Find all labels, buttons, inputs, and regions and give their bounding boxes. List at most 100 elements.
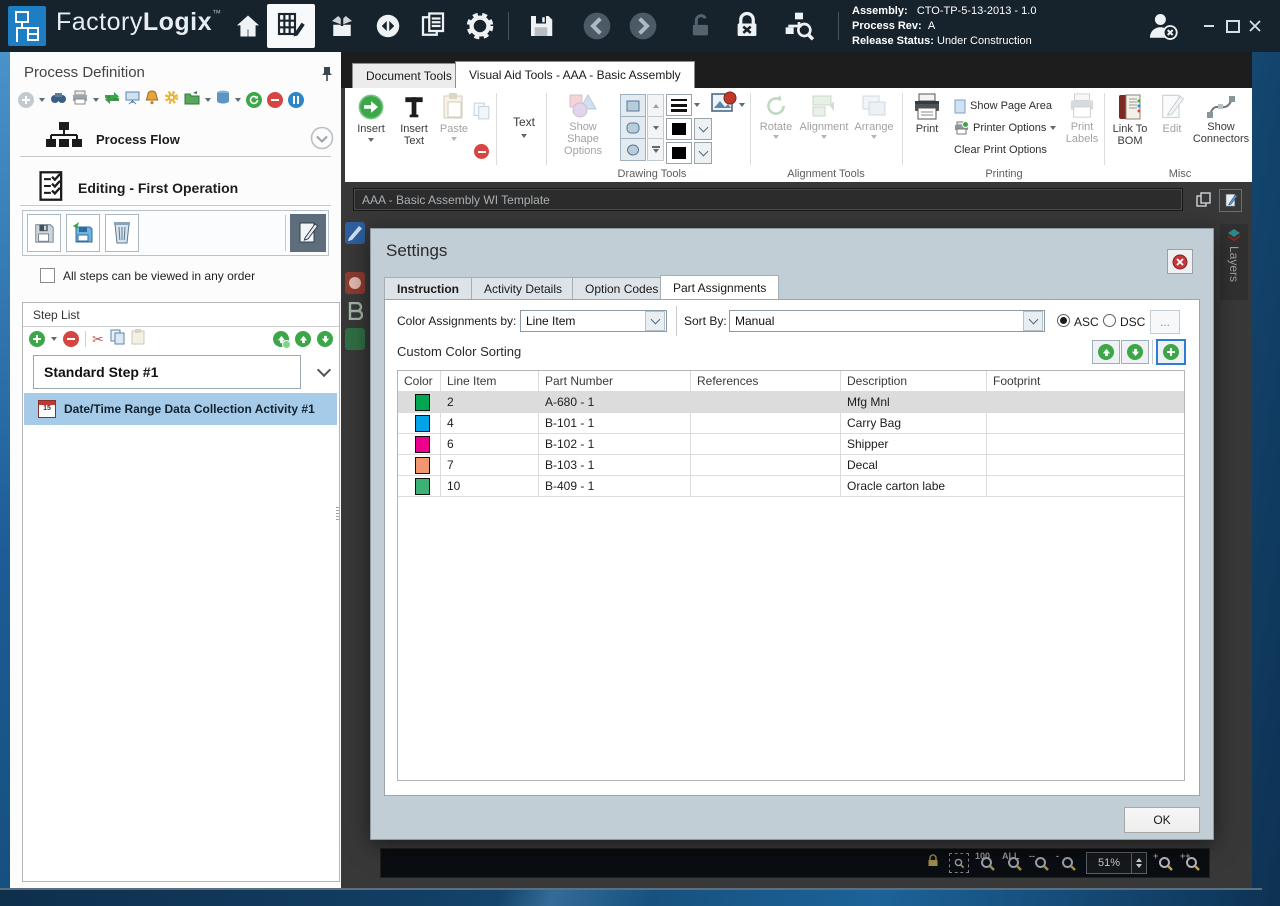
copy-icon[interactable]	[473, 102, 490, 125]
clear-print-options-button[interactable]: Clear Print Options	[954, 141, 1047, 159]
table-row[interactable]: 6 B-102 - 1 Shipper	[398, 434, 1184, 455]
gear-star-icon[interactable]	[164, 90, 179, 110]
zoom-spinner[interactable]	[1132, 852, 1147, 874]
activity-row-selected[interactable]: 15 Date/Time Range Data Collection Activ…	[24, 393, 337, 425]
add-step-dropdown-icon[interactable]	[51, 337, 57, 341]
shape-scroll-down-icon[interactable]	[647, 116, 664, 139]
insert-button[interactable]: Insert	[350, 93, 392, 142]
step-expand-chevron-icon[interactable]	[316, 362, 332, 378]
alignment-button[interactable]: Alignment	[798, 93, 850, 139]
col-header-line-item[interactable]: Line Item	[441, 371, 539, 391]
rounded-rect-shape-button[interactable]	[620, 116, 646, 139]
lock-revision-icon[interactable]	[730, 9, 764, 43]
zoom-level-value[interactable]: 51%	[1086, 852, 1132, 874]
insert-text-button[interactable]: Insert Text	[392, 93, 436, 147]
add-step-icon[interactable]	[29, 331, 45, 347]
zoom-out-fast-icon[interactable]: --	[1029, 851, 1050, 872]
print-labels-button[interactable]: Print Labels	[1062, 93, 1102, 145]
folder-export-icon[interactable]	[184, 90, 200, 110]
zoom-out-icon[interactable]: -	[1056, 851, 1077, 872]
presentation-icon[interactable]	[125, 90, 140, 110]
col-header-color[interactable]: Color	[398, 371, 441, 391]
move-down-icon[interactable]	[317, 331, 333, 347]
print-button[interactable]: Print	[906, 93, 948, 135]
paste-icon[interactable]	[131, 328, 145, 350]
panel-resize-grip[interactable]	[336, 507, 340, 520]
zoom-fit-all-icon[interactable]: ALL	[1002, 851, 1023, 872]
pin-icon[interactable]	[320, 66, 334, 87]
col-header-part-number[interactable]: Part Number	[539, 371, 691, 391]
dsc-radio[interactable]	[1103, 314, 1116, 327]
show-page-area-button[interactable]: Show Page Area	[954, 97, 1052, 115]
table-row[interactable]: 4 B-101 - 1 Carry Bag	[398, 413, 1184, 434]
print-icon[interactable]	[72, 90, 88, 110]
zoom-in-icon[interactable]: +	[1153, 851, 1174, 872]
print-dropdown-icon[interactable]	[93, 98, 99, 102]
save-icon[interactable]	[524, 9, 558, 43]
zoom-100-icon[interactable]: 100	[975, 851, 996, 872]
reports-icon[interactable]	[416, 9, 450, 43]
tab-activity-details[interactable]: Activity Details	[471, 277, 576, 299]
sync-icon[interactable]	[371, 9, 405, 43]
arrange-button[interactable]: Arrange	[850, 93, 898, 139]
cut-icon[interactable]: ✂	[92, 331, 104, 348]
shape-scroll-up-icon[interactable]	[647, 94, 664, 117]
close-button[interactable]	[1246, 18, 1264, 34]
materials-icon[interactable]	[325, 9, 359, 43]
layers-tab[interactable]: Layers	[1220, 224, 1248, 300]
line-color-picker[interactable]	[666, 118, 712, 140]
sort-by-select[interactable]: Manual	[729, 310, 1045, 332]
document-title-field[interactable]: AAA - Basic Assembly WI Template	[353, 188, 1183, 211]
rect-shape-button[interactable]	[620, 94, 646, 117]
edit-content-button[interactable]	[290, 214, 326, 252]
ellipse-shape-button[interactable]	[620, 138, 646, 161]
add-row-button[interactable]	[1156, 339, 1186, 365]
add-process-dropdown-icon[interactable]	[39, 98, 45, 102]
database-dropdown-icon[interactable]	[235, 98, 241, 102]
view-order-row[interactable]: All steps can be viewed in any order	[40, 268, 255, 283]
process-flow-row[interactable]: Process Flow	[46, 121, 180, 156]
shape-more-icon[interactable]	[647, 138, 664, 161]
maximize-button[interactable]	[1224, 18, 1242, 34]
save-step-button[interactable]	[27, 214, 61, 252]
minimize-button[interactable]	[1200, 18, 1218, 34]
image-insert-picker[interactable]	[711, 91, 745, 116]
cascade-windows-icon[interactable]	[1193, 189, 1214, 210]
dialog-close-button[interactable]	[1167, 249, 1193, 274]
asc-radio[interactable]	[1057, 314, 1070, 327]
text-button[interactable]: Text	[502, 114, 546, 138]
line-style-picker[interactable]	[666, 94, 700, 116]
pan-lock-icon[interactable]	[926, 853, 940, 873]
tab-part-assignments[interactable]: Part Assignments	[660, 275, 780, 299]
remove-icon[interactable]	[267, 92, 283, 108]
zoom-in-fast-icon[interactable]: ++	[1180, 851, 1201, 872]
unlock-icon[interactable]	[684, 9, 718, 43]
col-header-footprint[interactable]: Footprint	[987, 371, 1184, 391]
transfer-icon[interactable]	[104, 91, 120, 110]
user-status-icon[interactable]	[1146, 9, 1180, 43]
show-connectors-button[interactable]: Show Connectors	[1190, 93, 1252, 145]
col-header-description[interactable]: Description	[841, 371, 987, 391]
table-row[interactable]: 2 A-680 - 1 Mfg Mnl	[398, 392, 1184, 413]
add-process-icon[interactable]	[18, 92, 34, 108]
work-instructions-icon-active[interactable]	[267, 4, 315, 48]
folder-export-dropdown-icon[interactable]	[205, 98, 211, 102]
link-to-bom-button[interactable]: Link To BOM	[1108, 93, 1152, 147]
col-header-references[interactable]: References	[691, 371, 841, 391]
delete-button[interactable]	[105, 214, 139, 252]
move-top-icon[interactable]	[273, 331, 291, 349]
tab-visual-aid-tools[interactable]: Visual Aid Tools - AAA - Basic Assembly	[455, 61, 695, 88]
step-selector[interactable]: Standard Step #1	[33, 355, 301, 389]
row-move-up-button[interactable]	[1092, 340, 1120, 364]
edit-mode-icon[interactable]	[1219, 189, 1242, 212]
find-icon[interactable]	[50, 90, 67, 110]
tab-instruction[interactable]: Instruction	[384, 277, 472, 299]
zoom-region-icon[interactable]	[949, 853, 969, 873]
suspend-icon[interactable]	[288, 92, 304, 108]
row-move-down-button[interactable]	[1121, 340, 1149, 364]
refresh-icon[interactable]	[246, 92, 262, 108]
printer-options-button[interactable]: Printer Options	[954, 119, 1057, 137]
edit-button[interactable]: Edit	[1154, 93, 1190, 135]
table-row[interactable]: 7 B-103 - 1 Decal	[398, 455, 1184, 476]
database-icon[interactable]	[216, 90, 230, 110]
